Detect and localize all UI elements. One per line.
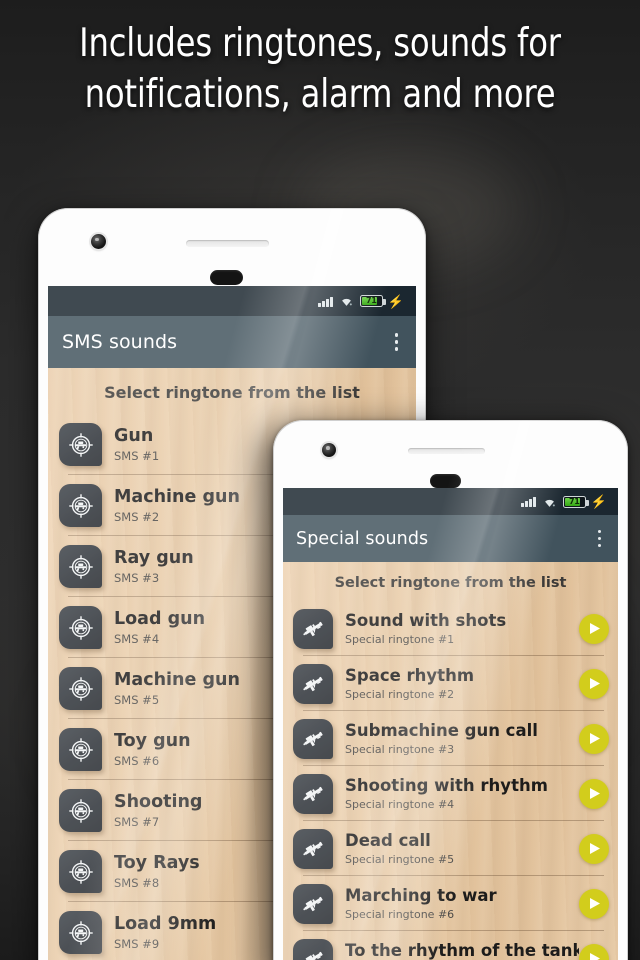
overflow-menu-icon[interactable]	[390, 329, 404, 355]
app-title-front: Special sounds	[296, 528, 429, 549]
promo-headline: Includes ringtones, sounds for notificat…	[26, 18, 615, 121]
ringtone-subtitle: Special ringtone #1	[345, 633, 455, 646]
ringtone-text: Dead call Special ringtone #5	[345, 831, 579, 866]
play-icon[interactable]	[579, 668, 609, 699]
gun-target-icon	[59, 606, 102, 649]
proximity-sensor	[210, 270, 243, 285]
ringtone-list-front[interactable]: Select ringtone from the list Sound with…	[283, 562, 618, 960]
phone-screen-front: 71 ⚡ Special sounds Select ringtone from…	[283, 488, 618, 960]
play-icon[interactable]	[579, 778, 609, 809]
list-hint-back: Select ringtone from the list	[104, 383, 360, 402]
ringtone-title: To the rhythm of the tanks	[345, 941, 579, 960]
rifle-icon	[293, 773, 333, 814]
gun-target-icon	[59, 423, 102, 466]
gun-target-icon	[59, 789, 102, 832]
ringtone-subtitle: Special ringtone #2	[345, 688, 455, 701]
gun-target-icon	[59, 850, 102, 893]
ringtone-text: Sound with shots Special ringtone #1	[345, 611, 579, 646]
play-icon[interactable]	[579, 833, 609, 864]
play-icon[interactable]	[579, 613, 609, 644]
battery-percent-label: 71	[366, 296, 377, 305]
phone-device-front: 71 ⚡ Special sounds Select ringtone from…	[273, 420, 628, 960]
gun-target-icon	[59, 484, 102, 527]
battery-icon: 71	[562, 495, 589, 508]
charging-bolt-icon: ⚡	[590, 494, 607, 509]
app-title-back: SMS sounds	[62, 331, 178, 353]
app-bar-front: Special sounds	[283, 515, 618, 562]
headline-line-1: Includes ringtones, sounds for	[79, 21, 561, 66]
list-hint-front: Select ringtone from the list	[334, 575, 567, 591]
earpiece-speaker	[186, 240, 269, 247]
gun-target-icon	[59, 911, 102, 954]
ringtone-text: Submachine gun call Special ringtone #3	[345, 721, 579, 756]
rifle-icon	[293, 883, 333, 924]
ringtone-title: Shooting with rhythm	[345, 776, 548, 795]
ringtone-title: Dead call	[345, 831, 431, 850]
ringtone-title: Submachine gun call	[345, 721, 538, 740]
ringtone-row[interactable]: Dead call Special ringtone #5	[283, 821, 618, 876]
ringtone-row[interactable]: Sound with shots Special ringtone #1	[283, 601, 618, 656]
app-bar-back: SMS sounds	[48, 316, 416, 368]
wifi-icon	[542, 496, 557, 508]
headline-line-2: notifications, alarm and more	[84, 72, 556, 118]
ringtone-subtitle: Special ringtone #3	[345, 743, 455, 756]
battery-percent-label: 71	[569, 496, 580, 506]
signal-bars-icon	[318, 296, 333, 307]
ringtone-text: Marching to war Special ringtone #6	[345, 886, 579, 921]
gun-target-icon	[59, 728, 102, 771]
promo-screenshot: Includes ringtones, sounds for notificat…	[0, 0, 640, 960]
ringtone-row[interactable]: Space rhythm Special ringtone #2	[283, 656, 618, 711]
battery-icon: 71	[359, 295, 386, 307]
ringtone-text: Shooting with rhythm Special ringtone #4	[345, 776, 579, 811]
status-bar-front: 71 ⚡	[283, 488, 618, 515]
gun-target-icon	[59, 545, 102, 588]
play-icon[interactable]	[579, 888, 609, 919]
ringtone-text: To the rhythm of the tanksSpecial ringto…	[345, 941, 579, 960]
rifle-icon	[293, 718, 333, 759]
ringtone-row[interactable]: Shooting with rhythm Special ringtone #4	[283, 766, 618, 821]
play-icon[interactable]	[579, 943, 609, 960]
ringtone-subtitle: Special ringtone #5	[345, 853, 455, 866]
ringtone-title: Space rhythm	[345, 666, 475, 685]
overflow-menu-icon[interactable]	[593, 526, 607, 552]
ringtone-title: Marching to war	[345, 886, 497, 905]
rifle-icon	[293, 938, 333, 960]
earpiece-speaker	[408, 448, 485, 454]
charging-bolt-icon: ⚡	[387, 293, 404, 309]
gun-target-icon	[59, 667, 102, 710]
ringtone-title: Sound with shots	[345, 611, 507, 630]
ringtone-subtitle: Special ringtone #4	[345, 798, 455, 811]
ringtone-row[interactable]: To the rhythm of the tanksSpecial ringto…	[283, 931, 618, 960]
ringtone-row[interactable]: Submachine gun call Special ringtone #3	[283, 711, 618, 766]
rifle-icon	[293, 828, 333, 869]
front-camera-icon	[322, 443, 336, 457]
ringtone-rows-front: Sound with shots Special ringtone #1 Space…	[283, 601, 618, 960]
ringtone-subtitle: Special ringtone #6	[345, 908, 455, 921]
play-icon[interactable]	[579, 723, 609, 754]
front-camera-icon	[91, 234, 106, 249]
ringtone-row[interactable]: Marching to war Special ringtone #6	[283, 876, 618, 931]
rifle-icon	[293, 663, 333, 704]
wifi-icon	[339, 295, 354, 307]
status-bar-back: 71 ⚡	[48, 286, 416, 316]
signal-bars-icon	[521, 496, 536, 507]
proximity-sensor	[430, 474, 461, 488]
rifle-icon	[293, 608, 333, 649]
ringtone-text: Space rhythm Special ringtone #2	[345, 666, 579, 701]
